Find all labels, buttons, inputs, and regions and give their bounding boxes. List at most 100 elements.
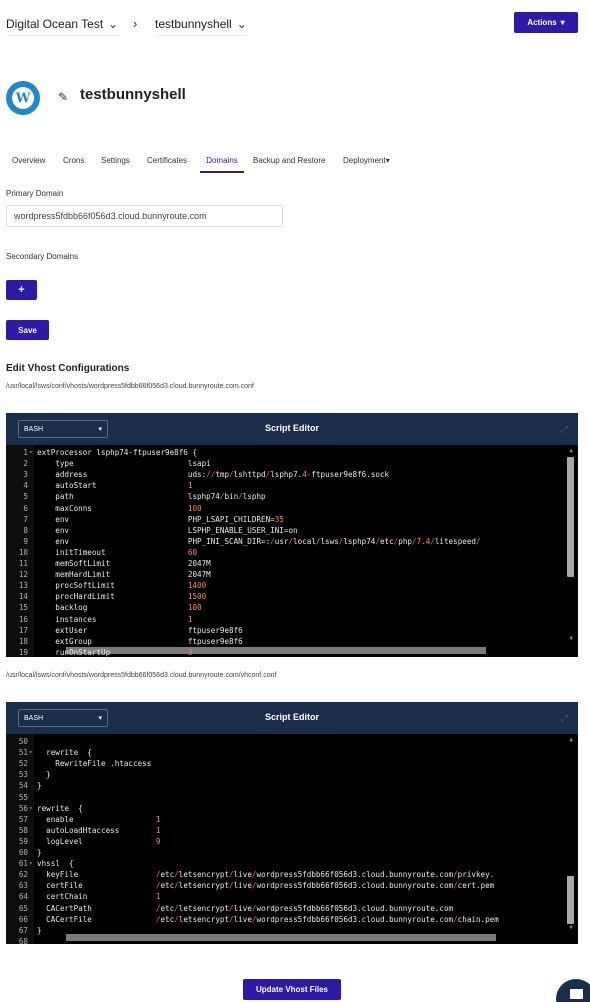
code-text: logLevel 9 [37,836,161,846]
wordpress-icon: W [12,87,34,109]
code-text: CACertFile /etc/letsencrypt/live/wordpre… [37,914,499,924]
tab-deployment[interactable]: Deployment▾ [343,152,390,171]
code-line: 56 ▾ rewrite { [6,803,578,814]
environment-selector[interactable]: testbunnyshell ⌄ [155,12,247,36]
code-line: 60} [6,847,578,858]
line-number: 64 [18,892,28,902]
line-number: 56 [18,803,28,813]
code-text: type lsapi [37,459,211,469]
script-editor-1: BASH ▾ Script Editor ⤢ ▲ ▼ 1 ▾ extProcesso… [6,413,578,657]
code-line: 65 CACertPath /etc/letsencrypt/live/word… [6,903,578,914]
code-line: 63 certFile /etc/letsencrypt/live/wordpr… [6,880,578,891]
code-area[interactable]: ▲ ▼ 1 ▾ extProcessor lsphp74-ftpuser9e8f6 … [6,445,578,657]
code-line: 6 maxConns 100 [6,503,578,514]
edit-pencil-icon[interactable]: ✎ [58,90,68,104]
code-text: RewriteFile .htaccess [37,759,152,769]
code-line: 55 [6,792,578,803]
code-line: 67} [6,925,578,936]
code-text: } [37,925,42,935]
code-text: memHardLimit 2047M [37,570,211,580]
code-line: 57 enable 1 [6,814,578,825]
code-text: extUser ftpuser9e8f6 [37,625,243,635]
code-line: 66 CACertFile /etc/letsencrypt/live/word… [6,914,578,925]
code-text: runOnStartUp 3 [37,647,193,657]
expand-icon[interactable]: ⤢ [561,713,568,724]
line-number: 67 [18,925,28,935]
editor-header: BASH ▾ Script Editor ⤢ [6,413,578,445]
code-line: 5 path lsphp74/bin/lsphp [6,491,578,502]
chat-icon [569,989,583,999]
code-text: env LSPHP_ENABLE_USER_INI=on [37,525,298,535]
caret-down-icon: ▾ [560,18,565,27]
code-line: 16 instances 1 [6,614,578,625]
line-number: 63 [18,881,28,891]
line-number: 15 [18,603,28,613]
code-text: extProcessor lsphp74-ftpuser9e8f6 { [37,448,198,457]
tab-overview[interactable]: Overview [12,152,45,171]
line-number: 18 [18,636,28,646]
code-line: 15 backlog 100 [6,602,578,613]
code-text: certChain 1 [37,892,161,902]
line-number: 60 [18,848,28,857]
line-number: 1 [23,448,28,457]
code-text: rewrite { [37,803,83,813]
line-number: 9 [23,536,28,546]
update-vhost-files-button[interactable]: Update Vhost Files [243,979,341,1000]
code-text: procHardLimit 1500 [37,592,207,602]
add-domain-button[interactable]: + [6,280,37,300]
code-text: } [37,770,51,780]
code-text: backlog 100 [37,603,202,613]
line-number: 52 [18,759,28,769]
code-area[interactable]: ▲ ▼ 50 51 ▾ rewrite {52 RewriteFile .htacc… [6,734,578,944]
line-number: 16 [18,614,28,624]
save-button[interactable]: Save [6,320,49,340]
tab-backup-and-restore[interactable]: Backup and Restore [253,152,326,171]
fold-toggle-icon[interactable]: ▾ [29,858,33,869]
code-line: 53 } [6,769,578,780]
code-line: 14 procHardLimit 1500 [6,591,578,602]
code-text: } [37,781,42,791]
tab-domains[interactable]: Domains [200,152,244,173]
tab-settings[interactable]: Settings [101,152,130,171]
code-line: 68 [6,936,578,944]
fold-toggle-icon[interactable]: ▾ [29,803,33,814]
tab-crons[interactable]: Crons [63,152,84,171]
caret-down-icon: ▾ [385,156,390,165]
project-selector[interactable]: Digital Ocean Test ⌄ [6,12,120,36]
line-number: 6 [23,503,28,513]
code-line: 59 logLevel 9 [6,836,578,847]
code-text: vhssl { [37,859,74,869]
primary-domain-label: Primary Domain [6,189,64,198]
code-line: 3 address uds://tmp/lshttpd/lsphp7.4-ftp… [6,469,578,480]
line-number: 57 [18,814,28,824]
code-text: } [37,848,42,857]
code-text: maxConns 100 [37,503,202,513]
actions-button[interactable]: Actions ▾ [514,12,578,33]
line-number: 12 [18,570,28,580]
line-number: 7 [23,514,28,524]
code-text: CACertPath /etc/letsencrypt/live/wordpre… [37,903,454,913]
line-number: 11 [18,559,28,568]
secondary-domains-label: Secondary Domains [6,252,79,261]
code-line: 17 extUser ftpuser9e8f6 [6,625,578,636]
fold-toggle-icon[interactable]: ▾ [29,447,33,458]
expand-icon[interactable]: ⤢ [561,424,568,435]
primary-domain-input[interactable]: wordpress5fdbb66f056d3.cloud.bunnyroute.… [6,205,283,227]
line-number: 53 [18,770,28,780]
code-line: 10 initTimeout 60 [6,547,578,558]
line-number: 66 [18,914,28,924]
primary-domain-value: wordpress5fdbb66f056d3.cloud.bunnyroute.… [14,211,207,221]
vhost-path-2: /usr/local/lsws/conf/vhosts/wordpress5fd… [6,672,277,679]
chevron-down-icon: ⌄ [108,16,119,31]
code-line: 54} [6,780,578,791]
fold-toggle-icon[interactable]: ▾ [29,747,33,758]
line-number: 5 [23,492,28,502]
code-line: 7 env PHP_LSAPI_CHILDREN=35 [6,514,578,525]
chat-widget-button[interactable] [556,979,590,1002]
code-text: env PHP_LSAPI_CHILDREN=35 [37,514,284,524]
code-line: 4 autoStart 1 [6,480,578,491]
code-text: extGroup ftpuser9e8f6 [37,636,243,646]
chevron-down-icon: ⌄ [236,16,247,31]
code-line: 2 type lsapi [6,458,578,469]
tab-certificates[interactable]: Certificates [147,152,187,171]
